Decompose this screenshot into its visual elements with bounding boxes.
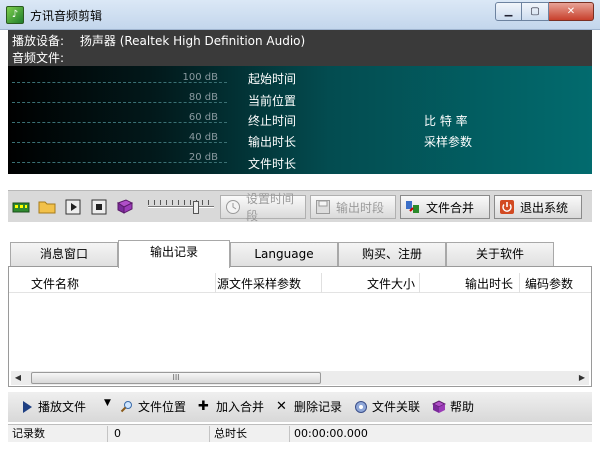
device-value: 扬声器 (Realtek High Definition Audio) [79,34,306,48]
delete-record-button[interactable]: ✕ 删除记录 [276,398,342,415]
column-output-length[interactable]: 输出时长 [465,275,513,292]
column-encoding-params[interactable]: 编码参数 [525,275,573,292]
scrollbar-thumb[interactable]: III [31,372,321,384]
tab-strip: 消息窗口 输出记录 Language 购买、注册 关于软件 [8,240,592,268]
help-button[interactable]: 帮助 [432,398,474,415]
tab-output-records[interactable]: 输出记录 [118,240,230,268]
bitrate-label: 比 特 率 [424,114,468,128]
add-merge-button[interactable]: ✚ 加入合并 [198,398,264,415]
exit-system-button[interactable]: 退出系统 [494,195,582,219]
tab-language[interactable]: Language [230,242,338,266]
total-length-value: 00:00:00.000 [294,427,368,440]
clock-icon [226,200,240,214]
list-header: 文件名称 源文件采样参数 文件大小 输出时长 编码参数 [9,273,591,293]
magnifier-icon [120,400,132,412]
db-label-60: 60 dB [188,112,218,123]
merge-files-button[interactable]: 文件合并 [400,195,490,219]
column-source-sample-params[interactable]: 源文件采样参数 [217,275,301,292]
title-bar: ♪ 方讯音频剪辑 ▁ ▢ ✕ [0,0,600,30]
output-segment-button[interactable]: 输出时段 [310,195,396,219]
end-time-label: 终止时间 [248,114,297,128]
column-file-name[interactable]: 文件名称 [31,275,79,292]
tab-about[interactable]: 关于软件 [446,242,554,266]
play-icon [23,400,32,413]
sample-params-label: 采样参数 [424,135,473,149]
merge-icon [406,201,419,213]
window-title: 方讯音频剪辑 [30,9,103,23]
open-folder-icon[interactable] [38,198,56,216]
dropdown-arrow-icon: ▼ [104,398,111,408]
maximize-button[interactable]: ▢ [522,2,549,21]
status-bar: 记录数 0 总时长 00:00:00.000 [8,424,592,442]
file-length-label: 文件时长 [248,157,297,171]
total-length-label: 总时长 [210,426,290,442]
horizontal-scrollbar[interactable]: ◀ III ▶ [11,371,589,385]
db-label-100: 100 dB [182,72,218,83]
current-position-label: 当前位置 [248,94,297,108]
db-label-80: 80 dB [188,92,218,103]
record-icon[interactable] [12,198,30,216]
record-count-value: 0 [110,426,210,442]
start-time-label: 起始时间 [248,72,297,86]
book-icon[interactable] [116,198,134,216]
column-file-size[interactable]: 文件大小 [367,275,415,292]
close-icon: ✕ [566,6,576,17]
power-icon [500,200,514,214]
volume-slider-thumb[interactable] [193,201,199,214]
tab-purchase-register[interactable]: 购买、注册 [338,242,446,266]
app-logo-icon: ♪ [6,6,24,24]
device-row: 播放设备: 扬声器 (Realtek High Definition Audio… [12,32,305,49]
play-file-button[interactable]: 播放文件 [20,398,86,415]
info-panel: 播放设备: 扬声器 (Realtek High Definition Audio… [8,30,592,66]
file-label: 音频文件: [12,51,65,65]
db-label-20: 20 dB [188,152,218,163]
scroll-left-icon[interactable]: ◀ [11,371,25,385]
volume-slider[interactable] [148,200,214,214]
record-count-label: 记录数 [8,426,108,442]
delete-x-icon: ✕ [276,398,287,414]
action-bar: 播放文件 ▼ 文件位置 ✚ 加入合并 ✕ 删除记录 文件关联 帮助 [8,392,592,422]
file-association-button[interactable]: 文件关联 [354,398,420,415]
stop-icon[interactable] [90,198,108,216]
save-icon [316,200,330,214]
close-button[interactable]: ✕ [549,2,594,21]
file-location-button[interactable]: 文件位置 [120,398,186,415]
output-length-label: 输出时长 [248,135,297,149]
toolbar: 设置时间段 输出时段 文件合并 退出系统 [8,190,592,223]
window-controls: ▁ ▢ ✕ [495,2,594,21]
book-icon [432,399,446,413]
tab-message-window[interactable]: 消息窗口 [10,242,118,266]
scroll-right-icon[interactable]: ▶ [575,371,589,385]
play-dropdown-button[interactable]: ▼ [104,398,111,408]
plus-icon: ✚ [198,398,209,414]
play-icon[interactable] [64,198,82,216]
minimize-button[interactable]: ▁ [495,2,522,21]
minimize-icon: ▁ [504,6,513,17]
output-records-list[interactable]: 文件名称 源文件采样参数 文件大小 输出时长 编码参数 ◀ III ▶ [8,267,592,387]
maximize-icon: ▢ [530,6,540,17]
level-meter-panel: 100 dB 80 dB 60 dB 40 dB 20 dB 起始时间 当前位置… [8,66,592,174]
gear-icon [355,400,367,413]
set-segment-button[interactable]: 设置时间段 [220,192,306,223]
device-label: 播放设备: [12,34,65,48]
db-label-40: 40 dB [188,132,218,143]
